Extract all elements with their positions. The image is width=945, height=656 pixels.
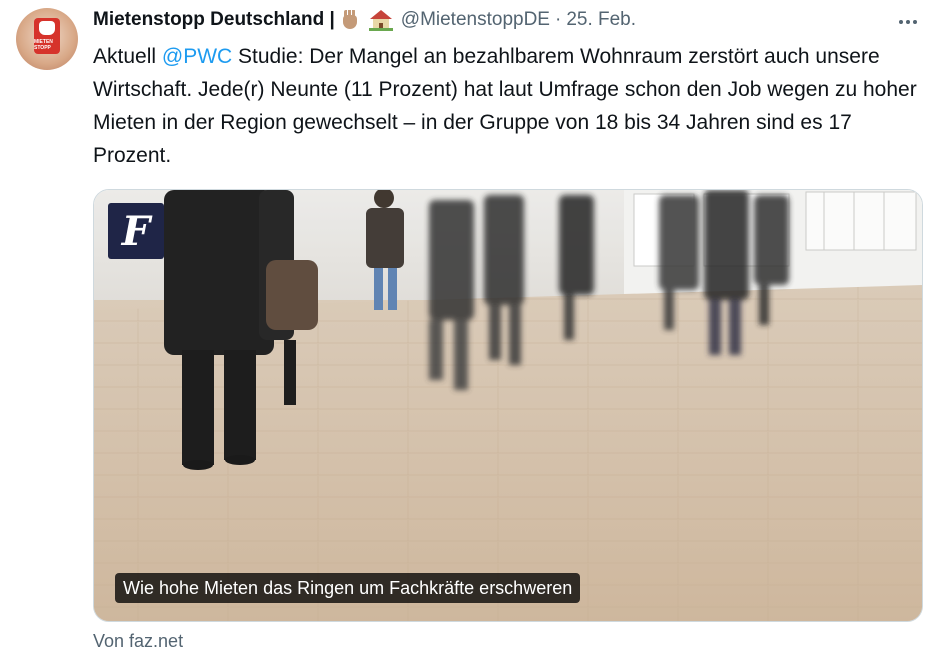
separator-dot: · [554, 9, 562, 30]
avatar[interactable]: MIETEN STOPP [16, 8, 78, 70]
card-photo [94, 190, 922, 621]
link-card[interactable]: F Wie hohe Mieten das Ringen um Fachkräf… [93, 189, 923, 622]
card-caption: Wie hohe Mieten das Ringen um Fachkräfte… [115, 573, 581, 603]
house-emoji-icon [365, 9, 393, 31]
avatar-sign: MIETEN STOPP [34, 18, 60, 54]
avatar-text: MIETEN STOPP [34, 39, 53, 51]
card-source-link[interactable]: Von faz.net [93, 631, 183, 652]
user-handle[interactable]: @MietenstoppDE [401, 9, 550, 31]
mention-link[interactable]: @PWC [162, 45, 232, 68]
tweet-text: Aktuell @PWC Studie: Der Mangel an bezah… [93, 40, 923, 172]
tweet-header: Mietenstopp Deutschland | @MietenstoppDE… [93, 7, 636, 33]
more-options-icon[interactable] [893, 9, 923, 35]
raised-hand-emoji-icon [341, 10, 359, 30]
tweet-text-start: Aktuell [93, 45, 162, 68]
display-name[interactable]: Mietenstopp Deutschland | [93, 9, 335, 31]
faz-logo: F [108, 203, 164, 259]
tweet-date[interactable]: 25. Feb. [566, 9, 636, 31]
